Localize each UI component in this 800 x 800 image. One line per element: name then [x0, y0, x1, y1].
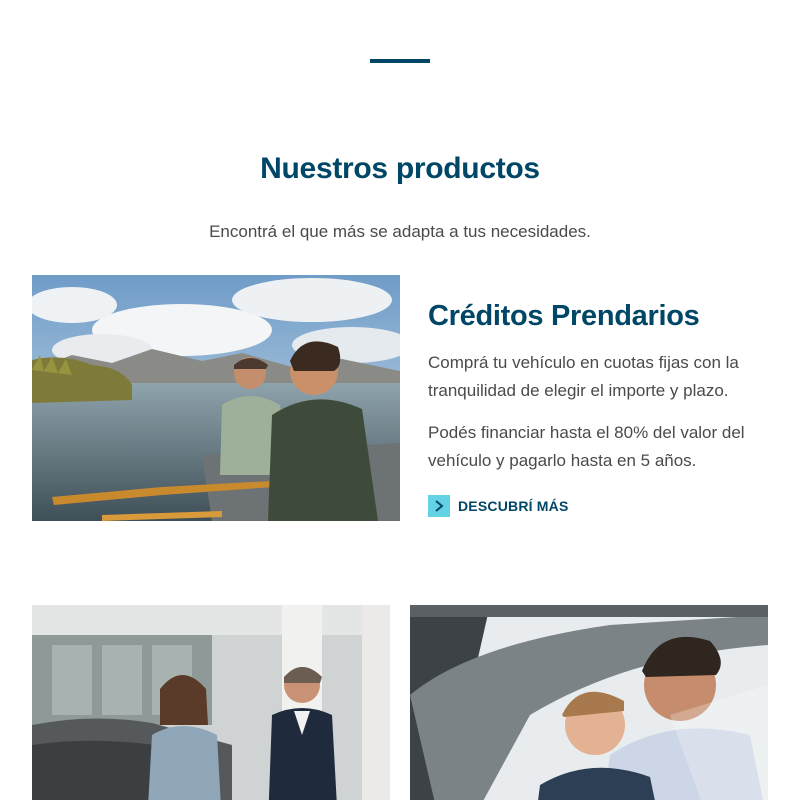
product-title: Créditos Prendarios: [428, 300, 700, 332]
product-description: Comprá tu vehículo en cuotas fijas con l…: [428, 353, 739, 400]
chevron-right-icon: [428, 495, 450, 517]
section-subtitle: Encontrá el que más se adapta a tus nece…: [209, 222, 591, 241]
discover-more-label: DESCUBRÍ MÁS: [458, 498, 569, 514]
discover-more-link[interactable]: DESCUBRÍ MÁS: [428, 495, 768, 517]
section-title: Nuestros productos: [260, 152, 540, 185]
product-card-image: [32, 605, 390, 800]
products-page: Nuestros productos Encontrá el que más s…: [0, 0, 800, 800]
section-divider: [370, 59, 430, 63]
featured-product-content: Créditos Prendarios Comprá tu vehículo e…: [428, 300, 768, 517]
featured-product-image: [32, 275, 400, 521]
product-description: Podés financiar hasta el 80% del valor d…: [428, 423, 745, 470]
product-card-image: [410, 605, 768, 800]
